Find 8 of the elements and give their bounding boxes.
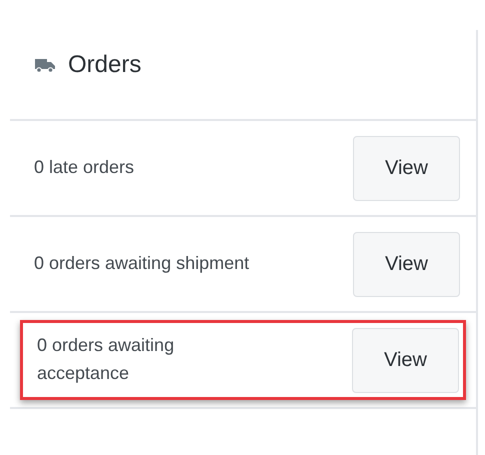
order-count-text: 0 orders awaiting acceptance (37, 334, 176, 385)
order-count-text: 0 late orders (34, 156, 136, 180)
view-button[interactable]: View (353, 232, 460, 296)
view-button[interactable]: View (353, 136, 460, 200)
order-count-text: 0 orders awaiting shipment (34, 252, 250, 276)
truck-icon (34, 56, 56, 72)
panel-title: Orders (68, 50, 142, 78)
view-button[interactable]: View (352, 328, 459, 392)
